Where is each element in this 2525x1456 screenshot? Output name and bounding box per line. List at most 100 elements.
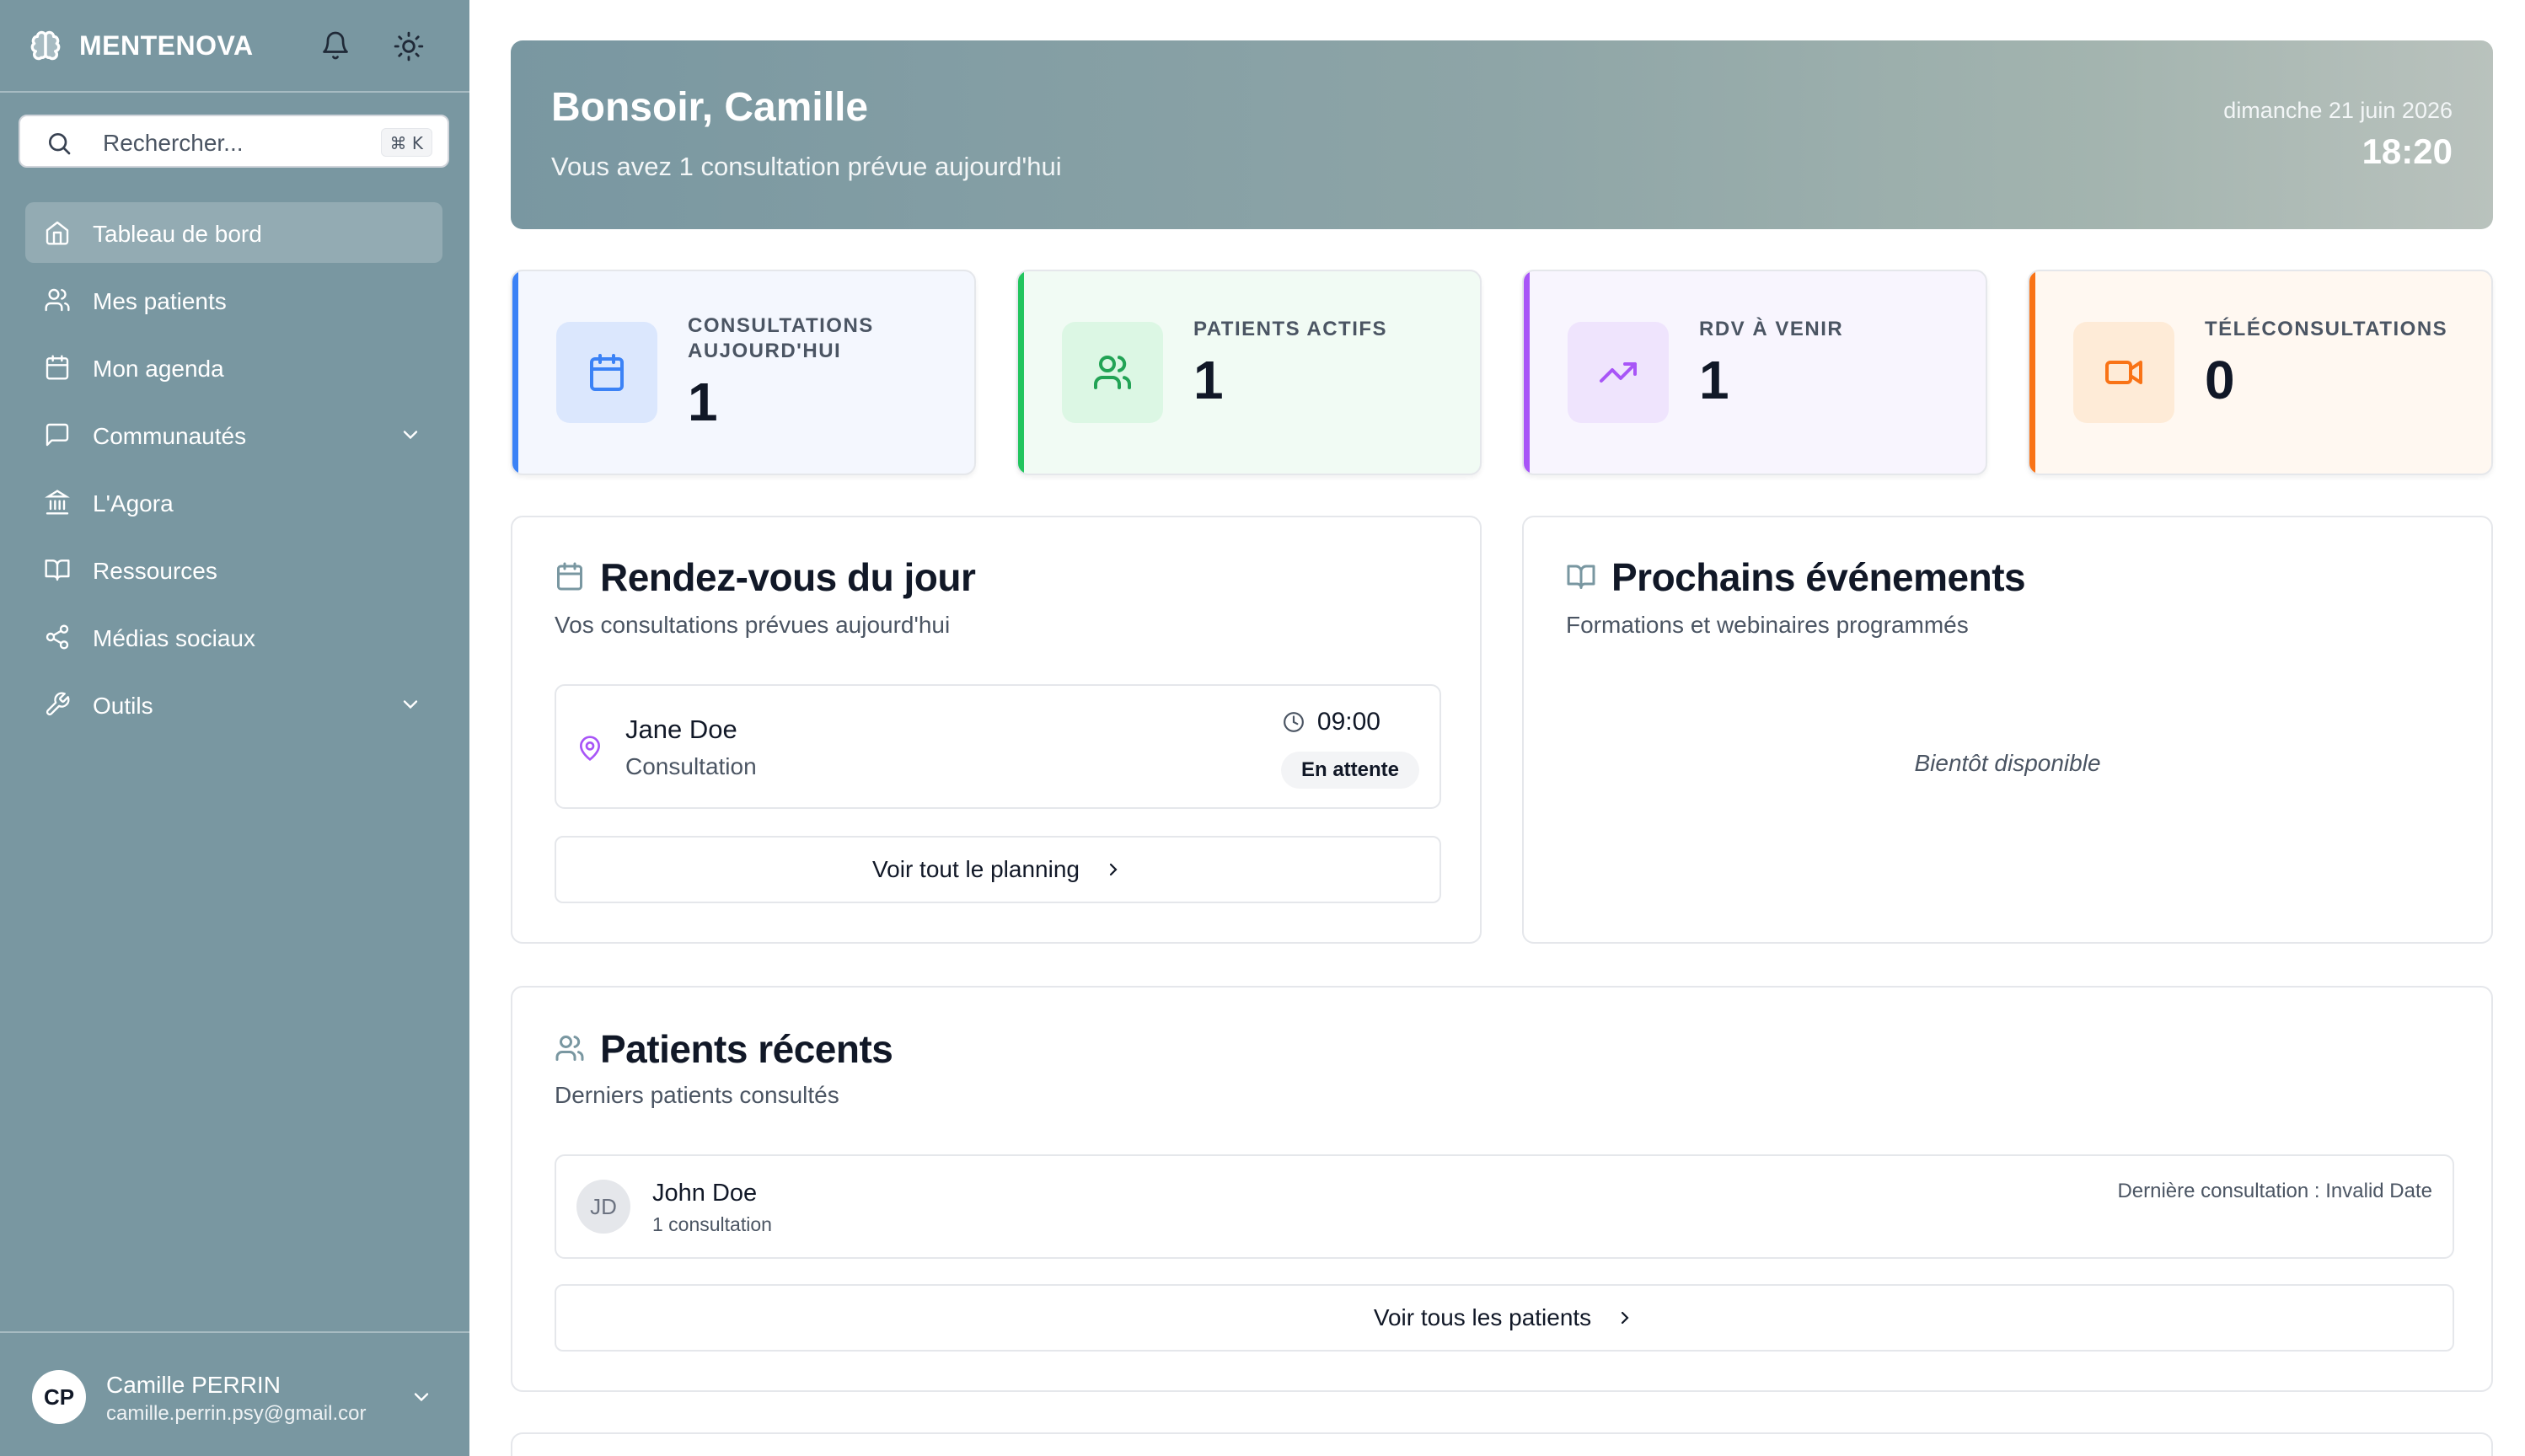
user-menu[interactable]: CP Camille PERRIN camille.perrin.psy@gma… (0, 1331, 469, 1456)
accent-bar (2029, 271, 2035, 474)
landmark-icon (45, 490, 70, 515)
sidebar-item-tools[interactable]: Outils (25, 674, 442, 735)
sidebar-item-communities[interactable]: Communautés (25, 404, 442, 465)
sidebar-item-label: Mes patients (93, 288, 227, 314)
card-title: Patients récents (600, 1027, 893, 1071)
sidebar-item-dashboard[interactable]: Tableau de bord (25, 202, 442, 263)
stat-label: CONSULTATIONS AUJOURD'HUI (688, 314, 874, 362)
search-placeholder: Rechercher... (103, 130, 244, 156)
consultation-count: 1 consultation (652, 1213, 772, 1235)
view-schedule-button[interactable]: Voir tout le planning (555, 836, 1441, 903)
user-email: camille.perrin.psy@gmail.cor (106, 1402, 367, 1425)
next-card (511, 1432, 2493, 1456)
stat-value: 1 (1193, 350, 1224, 410)
list-item[interactable]: JD John Doe 1 consultation Dernière cons… (555, 1154, 2454, 1259)
message-icon (46, 423, 69, 447)
stat-card-upcoming: RDV À VENIR 1 (1522, 270, 1987, 475)
home-icon (46, 221, 69, 245)
users-icon (555, 1036, 584, 1061)
stat-label: RDV À VENIR (1699, 318, 1844, 340)
stat-icon-box (1568, 322, 1669, 423)
wrench-icon (46, 692, 70, 716)
map-pin-icon (579, 736, 601, 762)
calendar-icon (46, 355, 69, 380)
last-consultation: Dernière consultation : Invalid Date (2117, 1180, 2432, 1202)
patient-name: John Doe (652, 1180, 758, 1207)
stat-card-consultations: CONSULTATIONS AUJOURD'HUI 1 (511, 270, 976, 475)
bell-icon[interactable] (320, 30, 351, 61)
appointment-patient-name: Jane Doe (625, 715, 737, 744)
sidebar-item-label: L'Agora (93, 490, 174, 517)
sidebar-item-label: Médias sociaux (93, 625, 255, 651)
book-open-icon (1567, 565, 1595, 589)
chevron-right-icon (1109, 863, 1118, 875)
brain-icon (30, 30, 61, 61)
recent-patients-card: Patients récents Derniers patients consu… (511, 986, 2493, 1392)
greeting-subtitle: Vous avez 1 consultation prévue aujourd'… (551, 152, 1062, 181)
sidebar-item-resources[interactable]: Ressources (25, 539, 442, 600)
stat-icon-box (1062, 322, 1163, 423)
stat-label: PATIENTS ACTIFS (1193, 318, 1388, 340)
current-time: 18:20 (2361, 131, 2453, 171)
sidebar-item-label: Mon agenda (93, 356, 224, 382)
users-icon (45, 288, 70, 312)
users-icon (1094, 356, 1132, 389)
search-shortcut: ⌘ K (380, 128, 432, 157)
card-title: Prochains événements (1611, 555, 2026, 599)
appointments-card: Rendez-vous du jour Vos consultations pr… (511, 516, 1482, 944)
stat-icon-box (556, 322, 657, 423)
share-icon (46, 624, 69, 650)
button-label: Voir tous les patients (1373, 1304, 1592, 1330)
view-all-patients-button[interactable]: Voir tous les patients (555, 1284, 2454, 1352)
empty-state: Bientôt disponible (1914, 750, 2101, 776)
current-date: dimanche 21 juin 2026 (2223, 98, 2453, 123)
sidebar-item-patients[interactable]: Mes patients (25, 270, 442, 330)
sidebar-item-label: Communautés (93, 423, 247, 449)
card-subtitle: Formations et webinaires programmés (1566, 612, 1969, 638)
accent-bar (1018, 271, 1024, 474)
sidebar-nav: Tableau de bord Mes patients Mon agenda … (25, 202, 442, 741)
sidebar-item-label: Ressources (93, 558, 217, 584)
stat-value: 1 (1699, 350, 1729, 410)
appointment-type: Consultation (625, 753, 757, 779)
brand-name: MENTENOVA (79, 30, 254, 61)
chevron-down-icon[interactable] (399, 423, 422, 447)
search-input[interactable]: Rechercher... ⌘ K (19, 115, 449, 168)
card-subtitle: Derniers patients consultés (555, 1082, 839, 1108)
accent-bar (512, 271, 518, 474)
video-icon (2105, 361, 2142, 384)
trending-up-icon (1600, 362, 1637, 383)
user-name: Camille PERRIN (106, 1372, 281, 1398)
clock-icon (1284, 712, 1304, 732)
calendar-icon (590, 354, 624, 391)
chevron-down-icon[interactable] (399, 693, 422, 716)
book-icon (45, 559, 70, 581)
chevron-right-icon (1622, 1311, 1629, 1324)
welcome-banner: Bonsoir, Camille Vous avez 1 consultatio… (511, 40, 2493, 229)
sidebar-item-agenda[interactable]: Mon agenda (25, 337, 442, 398)
brand-header: MENTENOVA (0, 0, 469, 93)
accent-bar (1524, 271, 1530, 474)
calendar-icon (557, 562, 582, 591)
sidebar-item-label: Tableau de bord (93, 221, 262, 247)
stat-icon-box (2073, 322, 2174, 423)
sidebar: MENTENOVA Rechercher... ⌘ K Tableau de b… (0, 0, 469, 1456)
sun-icon[interactable] (393, 30, 425, 62)
stat-value: 1 (688, 372, 718, 432)
avatar: CP (32, 1370, 86, 1424)
sidebar-item-social[interactable]: Médias sociaux (25, 607, 442, 667)
stat-card-teleconsultations: TÉLÉCONSULTATIONS 0 (2028, 270, 2493, 475)
sidebar-item-label: Outils (93, 693, 153, 719)
chevron-down-icon[interactable] (410, 1385, 433, 1409)
sidebar-item-agora[interactable]: L'Agora (25, 472, 442, 533)
avatar: JD (576, 1180, 630, 1234)
button-label: Voir tout le planning (872, 856, 1080, 882)
card-title: Rendez-vous du jour (600, 555, 976, 599)
events-card: Prochains événements Formations et webin… (1522, 516, 2493, 944)
greeting: Bonsoir, Camille (551, 85, 869, 130)
appointment-item[interactable]: Jane Doe Consultation 09:00 En attente (555, 684, 1441, 809)
appointment-time: 09:00 (1316, 708, 1380, 736)
stat-card-active-patients: PATIENTS ACTIFS 1 (1016, 270, 1482, 475)
stat-label: TÉLÉCONSULTATIONS (2205, 318, 2448, 340)
search-icon (49, 133, 71, 155)
